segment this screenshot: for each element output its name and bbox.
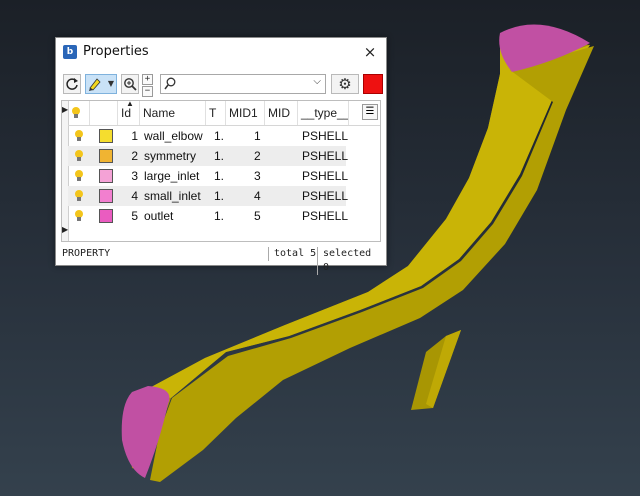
highlight-pen-icon [89, 78, 101, 91]
zoom-in-button[interactable]: + [142, 74, 153, 85]
window-title: Properties [83, 44, 149, 59]
column-menu-button[interactable]: ☰ [362, 104, 378, 120]
chevron-down-icon: ▼ [107, 79, 114, 88]
toolbar: ▼ + − ⌵ ⚙ [61, 74, 383, 97]
zoom-button[interactable] [121, 74, 139, 94]
refresh-icon [66, 78, 78, 90]
row-mid1: 3 [254, 169, 261, 183]
visibility-bulb-icon[interactable] [74, 146, 86, 166]
bulb-icon [72, 107, 80, 118]
row-type: PSHELL [302, 209, 349, 223]
row-mid1: 5 [254, 209, 261, 223]
color-swatch[interactable] [99, 149, 113, 163]
gear-icon: ⚙ [338, 75, 352, 93]
color-swatch[interactable] [99, 209, 113, 223]
chevron-down-icon[interactable]: ⌵ [313, 76, 321, 87]
row-mid1: 4 [254, 189, 261, 203]
column-header-mid1[interactable]: MID1 [226, 101, 265, 125]
row-id: 3 [131, 169, 138, 183]
row-id: 4 [131, 189, 138, 203]
row-mid [283, 186, 293, 206]
search-input[interactable] [179, 76, 305, 92]
row-mid [283, 206, 293, 226]
column-header-t[interactable]: T [206, 101, 226, 125]
close-button[interactable]: × [360, 42, 380, 62]
search-icon [164, 77, 176, 90]
row-t: 1. [214, 129, 225, 143]
row-t: 1. [214, 149, 225, 163]
search-combobox[interactable]: ⌵ [160, 74, 326, 94]
title-bar[interactable]: b Properties × [56, 38, 386, 66]
status-selected: selected 0 [317, 247, 381, 275]
zoom-stepper: + − [142, 74, 153, 97]
row-id: 1 [131, 129, 138, 143]
status-total: total 5 [268, 247, 316, 261]
column-header-type[interactable]: __type__ [298, 101, 349, 125]
settings-button[interactable]: ⚙ [331, 74, 359, 94]
column-header-color[interactable] [90, 101, 118, 125]
list-menu-icon: ☰ [365, 106, 375, 117]
column-header-visibility[interactable] [68, 101, 90, 125]
row-t: 1. [214, 209, 225, 223]
column-header-name[interactable]: Name [140, 101, 206, 125]
row-type: PSHELL [302, 129, 349, 143]
row-t: 1. [214, 189, 225, 203]
color-swatch[interactable] [99, 189, 113, 203]
row-mid [283, 166, 293, 186]
properties-window[interactable]: b Properties × ▼ + − ⌵ ⚙ ▶ ▶ ▲ Id Name T… [55, 37, 387, 275]
row-t: 1. [214, 169, 225, 183]
row-name: wall_elbow [144, 129, 203, 143]
color-swatch[interactable] [99, 169, 113, 183]
refresh-button[interactable] [63, 74, 81, 94]
row-name: small_inlet [144, 189, 201, 203]
column-header-mid[interactable]: MID [265, 101, 298, 125]
visibility-bulb-icon[interactable] [74, 206, 86, 226]
visibility-bulb-icon[interactable] [74, 126, 86, 146]
status-entity-type: PROPERTY [62, 248, 111, 259]
color-button[interactable] [363, 74, 383, 94]
table-body: 1 wall_elbow 1. 1 PSHELL 2 symmetry 1. 2… [68, 126, 348, 226]
row-id: 5 [131, 209, 138, 223]
zoom-out-button[interactable]: − [142, 86, 153, 97]
visibility-bulb-icon[interactable] [74, 186, 86, 206]
row-mid1: 1 [254, 129, 261, 143]
table-header: ▲ Id Name T MID1 MID __type__ ☰ [68, 101, 380, 126]
table-row[interactable]: 2 symmetry 1. 2 PSHELL [68, 146, 348, 166]
status-bar: PROPERTY total 5 selected 0 [61, 247, 381, 275]
highlight-button[interactable]: ▼ [85, 74, 117, 94]
color-swatch[interactable] [99, 129, 113, 143]
row-type: PSHELL [302, 169, 349, 183]
row-mid [283, 126, 293, 146]
row-name: symmetry [144, 149, 196, 163]
properties-table[interactable]: ▶ ▶ ▲ Id Name T MID1 MID __type__ ☰ 1 wa… [61, 100, 381, 242]
table-row[interactable]: 4 small_inlet 1. 4 PSHELL [68, 186, 348, 206]
zoom-icon [124, 78, 137, 91]
table-row[interactable]: 3 large_inlet 1. 3 PSHELL [68, 166, 348, 186]
visibility-bulb-icon[interactable] [74, 166, 86, 186]
row-marker-icon: ▶ [62, 225, 69, 234]
sort-ascending-icon: ▲ [126, 101, 134, 108]
row-id: 2 [131, 149, 138, 163]
table-row[interactable]: 5 outlet 1. 5 PSHELL [68, 206, 348, 226]
row-name: large_inlet [144, 169, 200, 183]
app-logo-icon: b [63, 45, 77, 59]
row-name: outlet [144, 209, 174, 223]
row-mid [283, 146, 293, 166]
row-type: PSHELL [302, 189, 349, 203]
column-header-id[interactable]: ▲ Id [118, 101, 140, 125]
row-mid1: 2 [254, 149, 261, 163]
table-row[interactable]: 1 wall_elbow 1. 1 PSHELL [68, 126, 348, 146]
row-type: PSHELL [302, 149, 349, 163]
